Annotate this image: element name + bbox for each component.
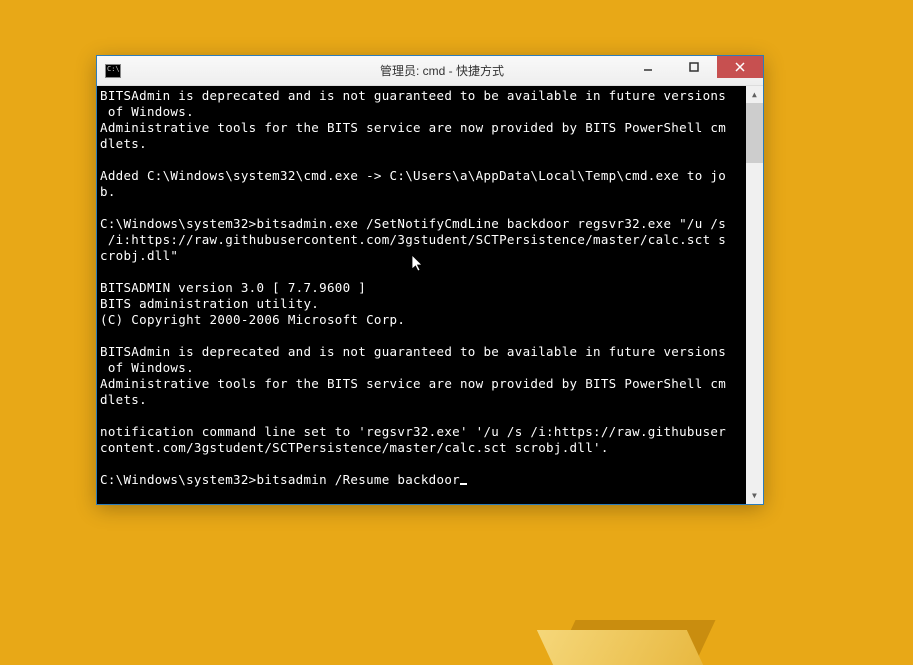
vertical-scrollbar[interactable]: ▲ ▼ — [746, 86, 763, 504]
titlebar[interactable]: 管理员: cmd - 快捷方式 — [97, 56, 763, 86]
console-output: BITSAdmin is deprecated and is not guara… — [100, 88, 744, 488]
scroll-thumb[interactable] — [746, 103, 763, 163]
window-controls — [625, 56, 763, 78]
scroll-up-button[interactable]: ▲ — [746, 86, 763, 103]
scroll-down-button[interactable]: ▼ — [746, 487, 763, 504]
cmd-window: 管理员: cmd - 快捷方式 BITSAdmin is deprecated … — [97, 56, 763, 504]
desktop-folder-decoration — [545, 615, 705, 665]
maximize-button[interactable] — [671, 56, 717, 78]
console-area[interactable]: BITSAdmin is deprecated and is not guara… — [97, 86, 763, 504]
cmd-icon — [105, 64, 121, 78]
minimize-button[interactable] — [625, 56, 671, 78]
close-button[interactable] — [717, 56, 763, 78]
